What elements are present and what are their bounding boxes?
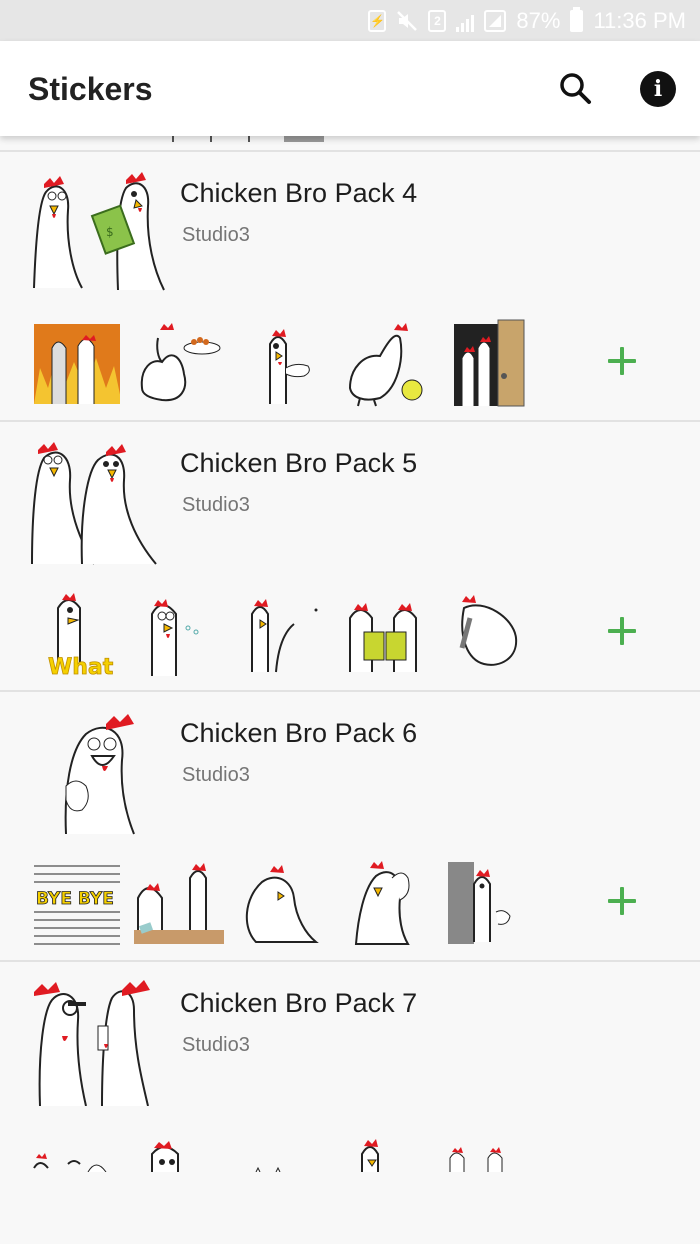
sticker-preview-row: What (28, 588, 568, 678)
sticker-pack-item[interactable]: Chicken Bro Pack 5 Studio3 What (0, 422, 700, 692)
charging-icon: ⚡ (368, 9, 387, 32)
sticker-preview (444, 858, 536, 948)
sticker-preview: BYE BYE (28, 858, 120, 948)
pack-tray-icon (22, 710, 166, 836)
search-button[interactable] (556, 69, 596, 109)
clock: 11:36 PM (593, 7, 686, 33)
page-title: Stickers (28, 71, 153, 107)
svg-text:$: $ (106, 225, 114, 239)
sticker-preview (444, 588, 536, 678)
sticker-preview (340, 318, 432, 408)
pack-author: Studio3 (182, 1034, 250, 1056)
signal-icon (456, 10, 475, 32)
sticker-preview (444, 1128, 536, 1172)
sticker-pack-item[interactable]: Chicken Bro Pack 7 Studio3 (0, 962, 700, 1222)
signal-box-icon (484, 9, 507, 32)
search-icon (560, 73, 591, 104)
sim-slot-icon: 2 (428, 9, 447, 32)
sticker-preview (132, 858, 224, 948)
sticker-pack-list[interactable]: $ Chicken Bro Pack 4 Studio3 Chicken Bro… (0, 136, 700, 1222)
sticker-text: What (48, 655, 114, 678)
sticker-preview (132, 1128, 224, 1172)
app-bar: Stickers i (0, 41, 700, 136)
pack-name: Chicken Bro Pack 4 (180, 178, 418, 208)
mute-icon (396, 10, 418, 32)
sticker-preview (236, 1128, 328, 1172)
sticker-preview (132, 318, 224, 408)
sticker-preview (236, 858, 328, 948)
pack-author: Studio3 (182, 764, 250, 786)
sticker-preview (444, 318, 536, 408)
add-pack-button[interactable] (604, 883, 640, 919)
sticker-preview (340, 858, 432, 948)
pack-author: Studio3 (182, 224, 250, 246)
previous-pack-peek (0, 136, 700, 152)
battery-percent: 87% (516, 7, 561, 33)
info-icon: i (653, 76, 663, 102)
sticker-preview (236, 318, 328, 408)
sticker-preview: What (28, 588, 120, 678)
pack-name: Chicken Bro Pack 7 (180, 988, 418, 1018)
sticker-preview (340, 1128, 432, 1172)
sticker-preview (28, 318, 120, 408)
sticker-app-screen: ⚡ 2 87% 11:36 PM Stickers i $ Chicken Br… (0, 0, 700, 1244)
sticker-text: BYE BYE (36, 889, 114, 909)
sticker-preview-row: BYE BYE (28, 858, 568, 948)
info-button[interactable]: i (640, 71, 676, 107)
sticker-preview-row (28, 1128, 568, 1172)
sticker-pack-item[interactable]: $ Chicken Bro Pack 4 Studio3 (0, 152, 700, 422)
pack-name: Chicken Bro Pack 5 (180, 448, 418, 478)
pack-author: Studio3 (182, 494, 250, 516)
pack-tray-icon (22, 980, 166, 1106)
pack-tray-icon (22, 440, 166, 566)
pack-tray-icon: $ (22, 170, 166, 296)
sticker-preview-row (28, 318, 568, 408)
sticker-preview (236, 588, 328, 678)
pack-name: Chicken Bro Pack 6 (180, 718, 418, 748)
add-pack-button[interactable] (604, 613, 640, 649)
sticker-preview (340, 588, 432, 678)
status-bar: ⚡ 2 87% 11:36 PM (0, 0, 700, 41)
sticker-preview (132, 588, 224, 678)
sticker-pack-item[interactable]: Chicken Bro Pack 6 Studio3 BYE BYE (0, 692, 700, 962)
sticker-preview (28, 1128, 120, 1172)
add-pack-button[interactable] (604, 343, 640, 379)
battery-icon (570, 6, 584, 32)
